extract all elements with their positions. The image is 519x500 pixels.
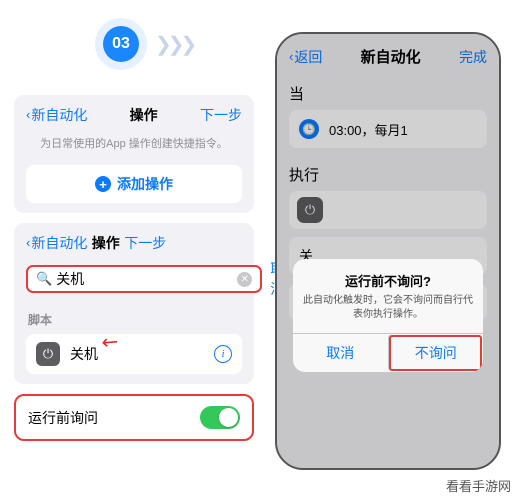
step-number: 03 xyxy=(103,26,139,62)
execute-section-title: 执行 xyxy=(289,164,487,185)
when-section: 当 🕒 03:00，每月1 xyxy=(277,83,499,148)
step-badge-outer: 03 xyxy=(95,18,147,70)
ask-before-run-label: 运行前询问 xyxy=(28,408,98,428)
search-icon: 🔍 xyxy=(36,271,52,287)
left-column: ‹新自动化 操作 下一步 为日常使用的App 操作创建快捷指令。 + 添加操作 … xyxy=(14,95,254,441)
back-label: 新自动化 xyxy=(31,107,87,123)
page-title: 新自动化 xyxy=(361,46,421,67)
phone-frame: ‹返回 新自动化 完成 当 🕒 03:00，每月1 执行 ⏻ 关 运 运行前不询… xyxy=(275,32,501,470)
script-name: 关机 xyxy=(70,344,204,364)
back-button[interactable]: ‹新自动化 xyxy=(26,235,87,251)
alert-cancel-button[interactable]: 取消 xyxy=(293,334,388,372)
back-label: 新自动化 xyxy=(31,235,87,251)
arrow-icon: ❯❯❯ xyxy=(155,32,193,57)
back-button[interactable]: ‹返回 xyxy=(289,47,322,67)
back-button[interactable]: ‹新自动化 xyxy=(26,105,87,125)
nav-bar: ‹新自动化 操作 下一步 xyxy=(26,233,242,253)
nav-bar: ‹新自动化 操作 下一步 xyxy=(26,105,242,125)
plus-icon: + xyxy=(95,176,111,192)
when-trigger-row[interactable]: 🕒 03:00，每月1 xyxy=(289,110,487,148)
section-label-scripts: 脚本 xyxy=(28,311,242,328)
chevron-left-icon: ‹ xyxy=(26,107,30,122)
chevron-left-icon: ‹ xyxy=(26,235,30,250)
when-section-title: 当 xyxy=(289,83,487,104)
info-icon[interactable]: i xyxy=(214,345,232,363)
add-action-label: 添加操作 xyxy=(117,174,173,194)
search-box[interactable]: 🔍 ✕ xyxy=(26,265,262,293)
done-button[interactable]: 完成 xyxy=(459,47,487,67)
alert-confirm-button[interactable]: 不询问 xyxy=(388,334,484,372)
actions-card-empty: ‹新自动化 操作 下一步 为日常使用的App 操作创建快捷指令。 + 添加操作 xyxy=(14,95,254,213)
actions-card-search: ‹新自动化 操作 下一步 🔍 ✕ 取消 脚本 ↘ ⏻ 关机 i xyxy=(14,223,254,384)
alert-button-row: 取消 不询问 xyxy=(293,333,483,372)
page-title: 操作 xyxy=(92,235,120,251)
step-indicator: 03 ❯❯❯ xyxy=(95,18,193,70)
execute-action-row[interactable]: ⏻ xyxy=(289,191,487,229)
watermark-text: 看看手游网 xyxy=(446,476,511,495)
alert-dialog: 运行前不询问? 此自动化触发时，它会不询问而自行代表你执行操作。 取消 不询问 xyxy=(293,259,483,372)
trigger-text: 03:00，每月1 xyxy=(329,120,408,139)
back-label: 返回 xyxy=(294,49,322,65)
script-result-row[interactable]: ↘ ⏻ 关机 i xyxy=(26,334,242,374)
next-button[interactable]: 下一步 xyxy=(124,235,166,251)
power-icon: ⏻ xyxy=(36,342,60,366)
next-button[interactable]: 下一步 xyxy=(200,105,242,125)
search-input[interactable] xyxy=(56,271,237,287)
search-row: 🔍 ✕ 取消 xyxy=(26,259,242,299)
alert-message: 此自动化触发时，它会不询问而自行代表你执行操作。 xyxy=(293,294,483,333)
clock-icon: 🕒 xyxy=(299,119,319,139)
alert-title: 运行前不询问? xyxy=(293,259,483,294)
power-icon: ⏻ xyxy=(297,197,323,223)
ask-before-run-row: 运行前询问 xyxy=(14,394,254,441)
page-title: 操作 xyxy=(130,105,158,125)
add-action-button[interactable]: + 添加操作 xyxy=(26,165,242,203)
ask-before-run-toggle[interactable] xyxy=(200,406,240,429)
hint-text: 为日常使用的App 操作创建快捷指令。 xyxy=(26,135,242,151)
chevron-left-icon: ‹ xyxy=(289,49,293,64)
phone-nav-bar: ‹返回 新自动化 完成 xyxy=(277,34,499,75)
clear-icon[interactable]: ✕ xyxy=(237,272,252,287)
